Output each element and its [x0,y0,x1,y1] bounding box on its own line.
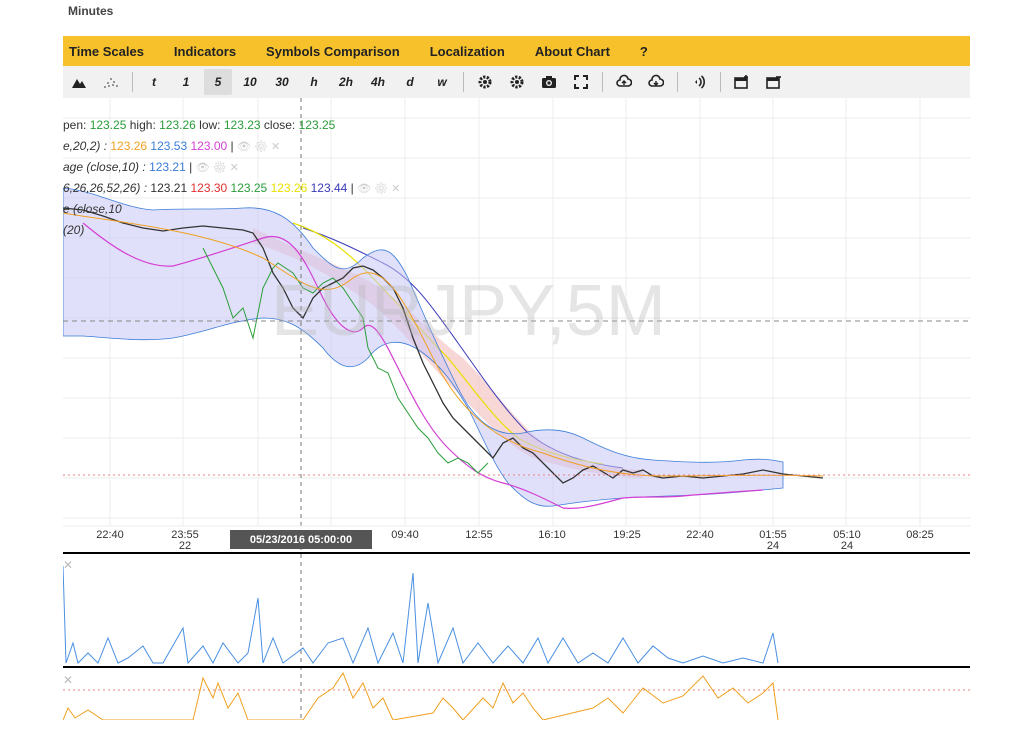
bands-value-1: 123.26 [110,139,148,153]
timeframe-t[interactable]: t [140,69,168,95]
ohlc-low-label: low: [199,118,221,132]
oscillator-line [63,671,779,720]
x-tick: 12:55 [465,529,493,541]
bands-value-3: 123.00 [190,139,228,153]
close-icon: ✕ [63,558,73,572]
timeframe-h[interactable]: h [300,69,328,95]
legend-other: (20) [63,223,84,237]
symbol-watermark: EURJPY,5M [271,271,666,351]
menu-indicators[interactable]: Indicators [159,44,251,59]
volume-line [63,565,779,665]
toolbar-separator [132,72,133,92]
menu-symbols-comparison[interactable]: Symbols Comparison [251,44,415,59]
other-name: (20) [63,223,85,237]
legend-ichimoku: 6,26,26,52,26) : 123.21 123.30 123.25 12… [63,181,401,195]
eye-icon[interactable]: 👁 ⚙ ✕ [237,141,280,153]
ohlc-close-label: close: [263,118,296,132]
fullscreen-icon[interactable] [567,69,595,95]
eye-icon[interactable]: 👁 ⚙ ✕ [196,162,239,174]
dots-chart-icon[interactable] [97,69,125,95]
camera-icon[interactable] [535,69,563,95]
legend-ohlc: pen: 123.25 high: 123.26 low: 123.23 clo… [63,118,335,132]
x-tick: 09:40 [391,529,419,541]
menu-about-chart[interactable]: About Chart [520,44,625,59]
toolbar-separator [463,72,464,92]
x-tick: 16:10 [538,529,566,541]
ichimoku-name: 6,26,26,52,26) : [63,181,148,195]
timeframe-10[interactable]: 10 [236,69,264,95]
ichimoku-value-5: 123.44 [310,181,348,195]
x-tick: 01:55 24 [759,529,787,552]
toolbar-separator [720,72,721,92]
ichimoku-value-3: 123.25 [230,181,268,195]
ohlc-prefix: pen: [63,118,87,132]
x-tick: 19:25 [613,529,641,541]
timeframe-1[interactable]: 1 [172,69,200,95]
ohlc-high-label: high: [129,118,156,132]
ichimoku-value-2: 123.30 [190,181,228,195]
chart-area[interactable]: ✕ ✕ EURJPY,5M pen: 123.25 high: 123.26 l… [63,98,970,720]
gear-icon[interactable] [503,69,531,95]
x-tick: 08:25 [906,529,934,541]
toolbar-separator [602,72,603,92]
x-tick: 05:10 24 [833,529,861,552]
timeframe-d[interactable]: d [396,69,424,95]
add-panel-icon[interactable] [728,69,756,95]
menu-help[interactable]: ? [625,44,663,59]
menu-time-scales[interactable]: Time Scales [63,44,159,59]
legend-ema: e (close,10 [63,202,122,216]
x-tick: 23:55 22 [171,529,199,552]
close-icon: ✕ [63,673,73,687]
ichimoku-value-4: 123.26 [270,181,308,195]
bands-name: e,20,2) : [63,139,108,153]
timeframe-4h[interactable]: 4h [364,69,392,95]
ohlc-low: 123.23 [223,118,261,132]
ohlc-open: 123.25 [89,118,127,132]
menu-localization[interactable]: Localization [415,44,520,59]
sma-value: 123.21 [149,160,186,174]
ichimoku-value-1: 123.21 [150,181,188,195]
sma-name: age (close,10) : [63,160,146,174]
x-tick: 22:40 [686,529,714,541]
timeframe-5[interactable]: 5 [204,69,232,95]
legend-bands: e,20,2) : 123.26 123.53 123.00 | 👁 ⚙ ✕ [63,139,281,153]
cloud-download-icon[interactable] [642,69,670,95]
eye-icon[interactable]: 👁 ⚙ ✕ [357,183,400,195]
toolbar-separator [677,72,678,92]
page-title: Minutes [68,4,114,18]
gear-icon[interactable] [471,69,499,95]
timeframe-30[interactable]: 30 [268,69,296,95]
remove-panel-icon[interactable] [760,69,788,95]
ohlc-high: 123.26 [159,118,196,132]
crosshair-time-label: 05/23/2016 05:00:00 [230,530,372,549]
mountain-chart-icon[interactable] [65,69,93,95]
signal-icon[interactable] [685,69,713,95]
ohlc-close: 123.25 [298,118,336,132]
toolbar: t 1 5 10 30 h 2h 4h d w [63,66,970,98]
ema-name: e (close,10 [63,202,122,216]
menu-bar: Time Scales Indicators Symbols Compariso… [63,36,970,66]
timeframe-2h[interactable]: 2h [332,69,360,95]
x-tick: 22:40 [96,529,124,541]
timeframe-w[interactable]: w [428,69,456,95]
legend-sma: age (close,10) : 123.21 | 👁 ⚙ ✕ [63,160,239,174]
bands-value-2: 123.53 [150,139,188,153]
cloud-upload-icon[interactable] [610,69,638,95]
